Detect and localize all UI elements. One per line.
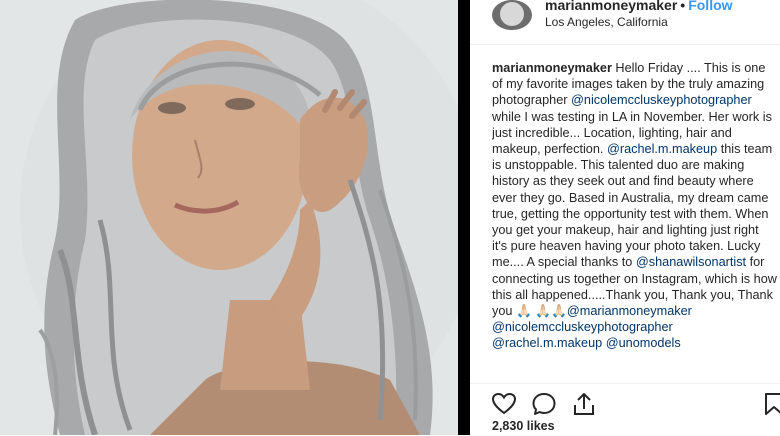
avatar-image (500, 2, 524, 26)
post-username-row: marianmoneymaker • Follow (545, 0, 733, 13)
mention-link[interactable]: @marianmoneymaker (567, 304, 692, 318)
mention-link[interactable]: @nicolemccluskeyphotographer (492, 320, 673, 334)
follow-button[interactable]: Follow (688, 0, 732, 13)
post-sidebar: marianmoneymaker • Follow Los Angeles, Cal… (470, 0, 780, 435)
heart-icon[interactable] (490, 390, 518, 418)
portrait-image (0, 0, 458, 435)
comment-icon[interactable] (530, 390, 558, 418)
caption-author[interactable]: marianmoneymaker (492, 61, 612, 75)
post-photo-panel (0, 0, 470, 435)
like-count[interactable]: 2,830 likes (492, 419, 555, 433)
post-action-bar: 2,830 likes (470, 383, 780, 436)
post-caption: marianmoneymaker Hello Friday .... This … (492, 60, 777, 382)
photo-divider (458, 0, 470, 435)
mention-link[interactable]: @rachel.m.makeup (492, 336, 602, 350)
mention-link[interactable]: @shanawilsonartist (636, 255, 746, 269)
bookmark-icon[interactable] (760, 390, 780, 418)
separator-dot: • (680, 0, 686, 13)
mention-link[interactable]: @unomodels (606, 336, 681, 350)
avatar[interactable] (492, 0, 532, 30)
share-icon[interactable] (570, 390, 598, 418)
location-link[interactable]: Los Angeles, California (545, 15, 668, 29)
post-photo[interactable] (0, 0, 458, 435)
post-header: marianmoneymaker • Follow Los Angeles, Cal… (470, 0, 780, 45)
caption-text: this team is unstoppable. This talented … (492, 142, 773, 270)
mention-link[interactable]: @rachel.m.makeup (607, 142, 717, 156)
mention-link[interactable]: @nicolemccluskeyphotographer (571, 93, 752, 107)
username-link[interactable]: marianmoneymaker (545, 0, 677, 13)
